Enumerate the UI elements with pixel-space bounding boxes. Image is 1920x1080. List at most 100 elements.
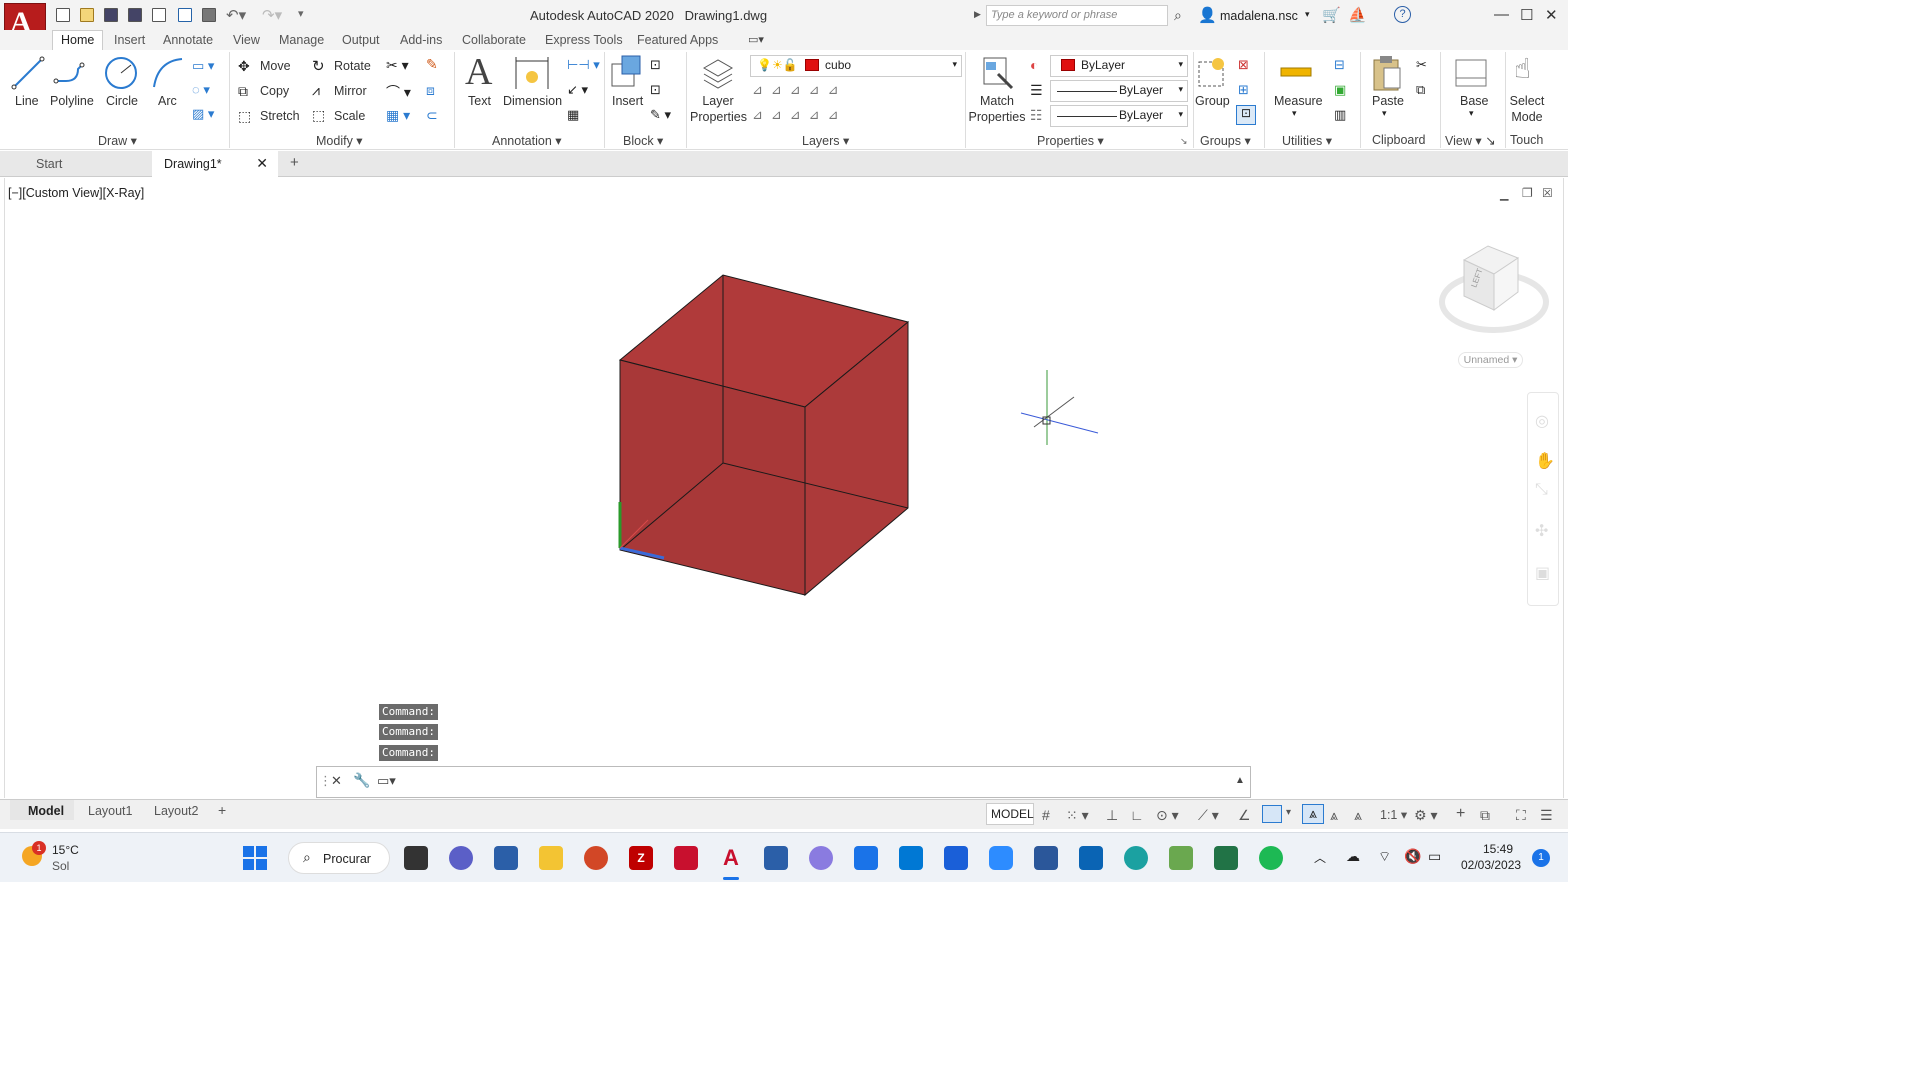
user-dropdown-icon[interactable]: ▾ — [1305, 9, 1310, 20]
tab-layout1[interactable]: Layout1 — [88, 804, 132, 818]
group-button[interactable]: Group — [1195, 93, 1230, 109]
model-space-button[interactable]: MODEL — [986, 803, 1034, 825]
text-button[interactable]: Text — [468, 93, 491, 109]
tab-annotate[interactable]: Annotate — [163, 33, 213, 47]
offset-icon[interactable]: ⊂ — [426, 107, 438, 124]
minimize-button[interactable]: — — [1494, 6, 1509, 23]
customize-icon[interactable]: 🔧 — [353, 772, 370, 789]
array-icon[interactable]: ▦ ▾ — [386, 107, 410, 124]
weather-temperature[interactable]: 15°C — [52, 843, 79, 857]
annotation-visibility-icon[interactable]: ⩓ — [1302, 804, 1324, 824]
explode-icon[interactable]: ⧈ — [426, 82, 435, 99]
excel-icon[interactable] — [1214, 846, 1238, 870]
transparency-icon[interactable] — [1262, 805, 1282, 823]
open-folder-icon[interactable] — [80, 8, 94, 22]
close-button[interactable]: ✕ — [1545, 6, 1558, 24]
new-layout-button[interactable]: + — [218, 802, 226, 818]
steering-wheel-icon[interactable]: ◎ — [1535, 411, 1549, 431]
tab-collaborate[interactable]: Collaborate — [462, 33, 526, 47]
clean-screen-icon[interactable]: ⛶ — [1516, 807, 1526, 824]
wifi-icon[interactable]: ⌔ — [1378, 848, 1391, 866]
layer-tools-row-1-icon[interactable]: ⊿⊿⊿⊿⊿ — [752, 82, 846, 98]
dimension-button[interactable]: Dimension — [503, 93, 562, 109]
ortho-icon[interactable]: ∟ — [1130, 807, 1144, 823]
linetype-dropdown[interactable]: ByLayer ▾ — [1050, 80, 1188, 102]
leader-icon[interactable]: ↙ ▾ — [567, 82, 588, 98]
properties-launcher-icon[interactable]: ↘ — [1180, 136, 1188, 147]
search-input[interactable]: Type a keyword or phrase — [986, 5, 1168, 26]
tray-overflow-icon[interactable]: ︿ — [1314, 849, 1326, 866]
polyline-button[interactable]: Polyline — [50, 93, 94, 109]
layer-dropdown[interactable]: 💡☀🔓 cubo ▾ — [750, 55, 962, 77]
base-dropdown-icon[interactable]: ▾ — [1469, 108, 1474, 119]
maximize-button[interactable]: ☐ — [1520, 6, 1533, 24]
quick-select-icon[interactable]: ⊟ — [1334, 57, 1345, 73]
windows-start-icon[interactable] — [243, 846, 267, 870]
plot-icon[interactable] — [202, 8, 216, 22]
paste-dropdown-icon[interactable]: ▾ — [1382, 108, 1387, 119]
circle-button[interactable]: Circle — [106, 93, 138, 109]
layer-properties-button[interactable]: Layer Properties — [690, 93, 747, 125]
user-name[interactable]: madalena.nsc — [1220, 9, 1298, 23]
hatch-icon[interactable]: ◌ ▾ — [192, 82, 210, 98]
viewport-close-icon[interactable]: ☒ — [1542, 186, 1553, 200]
vscode-style-app-icon[interactable] — [944, 846, 968, 870]
annotation-scale-icon[interactable]: ⩓ — [1354, 807, 1362, 824]
color-dropdown[interactable]: ByLayer ▾ — [1050, 55, 1188, 77]
touch-panel-title[interactable]: Touch — [1510, 133, 1543, 147]
pan-icon[interactable]: ✋ — [1535, 451, 1555, 471]
clock-time[interactable]: 15:49 — [1483, 842, 1513, 856]
scale-button[interactable]: Scale — [334, 109, 365, 123]
close-tab-icon[interactable]: ✕ — [256, 155, 268, 172]
tab-output[interactable]: Output — [342, 33, 380, 47]
viewport-controls-label[interactable]: [−][Custom View][X-Ray] — [8, 186, 144, 200]
notification-badge[interactable]: 1 — [1532, 849, 1550, 867]
annotation-autoscale-icon[interactable]: ⩓ — [1330, 807, 1338, 824]
select-all-icon[interactable]: ▣ — [1334, 82, 1346, 98]
tab-drawing1[interactable]: Drawing1* ✕ — [152, 151, 278, 177]
fillet-icon[interactable]: ⌒ ▾ — [386, 82, 411, 102]
teams-icon[interactable] — [449, 846, 473, 870]
clock-date[interactable]: 02/03/2023 — [1461, 858, 1521, 872]
group-selection-icon[interactable]: ⊡ — [1236, 105, 1256, 125]
customize-quick-access-icon[interactable]: ▾ — [298, 7, 304, 20]
cut-icon[interactable]: ✂ — [1416, 57, 1427, 73]
save-icon[interactable] — [104, 8, 118, 22]
outlook-icon[interactable] — [1079, 846, 1103, 870]
taskbar-search[interactable]: ⌕ Procurar — [288, 842, 390, 874]
onedrive-icon[interactable]: ☁ — [1346, 848, 1360, 865]
line-button[interactable]: Line — [15, 93, 39, 109]
group-edit-icon[interactable]: ⊞ — [1238, 82, 1249, 98]
utilities-panel-title[interactable]: Utilities ▾ — [1282, 133, 1332, 148]
trim-icon[interactable]: ✂ ▾ — [386, 57, 409, 74]
grid-icon[interactable]: # — [1042, 807, 1050, 823]
edit-block-icon[interactable]: ⊡ — [650, 82, 661, 98]
move-button[interactable]: Move — [260, 59, 291, 73]
help-icon[interactable]: ? — [1394, 6, 1411, 23]
block-panel-title[interactable]: Block ▾ — [623, 133, 663, 148]
named-view-dropdown[interactable]: Unnamed ▾ — [1458, 352, 1523, 368]
layers-panel-title[interactable]: Layers ▾ — [802, 133, 849, 148]
select-mode-button[interactable]: Select Mode — [1508, 93, 1546, 125]
weather-description[interactable]: Sol — [52, 859, 69, 873]
task-view-icon[interactable] — [404, 846, 428, 870]
erase-icon[interactable]: ✎ — [426, 56, 438, 73]
tab-home[interactable]: Home — [52, 30, 104, 50]
tab-model[interactable]: Model — [28, 804, 64, 818]
image-editor-icon[interactable] — [1169, 846, 1193, 870]
layer-tools-row-2-icon[interactable]: ⊿⊿⊿⊿⊿ — [752, 107, 846, 123]
customization-menu-icon[interactable]: ☰ — [1540, 807, 1553, 824]
quick-calc-icon[interactable]: ▥ — [1334, 107, 1346, 123]
properties-panel-title[interactable]: Properties ▾ — [1037, 133, 1104, 148]
new-file-icon[interactable] — [56, 8, 70, 22]
table-icon[interactable]: ▦ — [567, 107, 579, 123]
copilot-icon[interactable] — [809, 846, 833, 870]
groups-panel-title[interactable]: Groups ▾ — [1200, 133, 1251, 148]
tab-manage[interactable]: Manage — [279, 33, 324, 47]
tab-view[interactable]: View — [233, 33, 260, 47]
rotate-button[interactable]: Rotate — [334, 59, 371, 73]
showmotion-icon[interactable]: ▣ — [1535, 563, 1550, 583]
arc-button[interactable]: Arc — [158, 93, 177, 109]
annotation-monitor-icon[interactable]: + — [1456, 805, 1465, 823]
share-icon[interactable] — [178, 8, 192, 22]
